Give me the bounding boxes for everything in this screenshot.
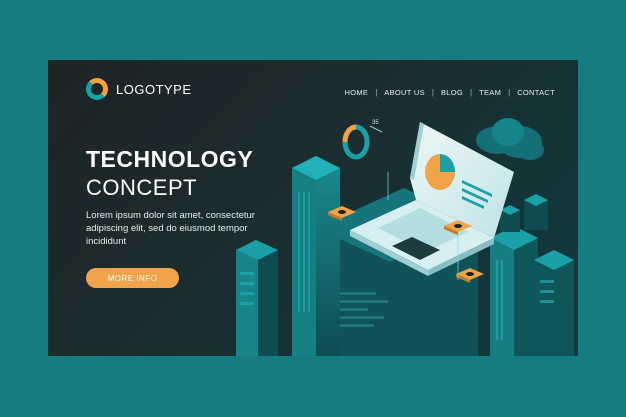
technology-illustration: 35	[236, 118, 574, 356]
pie-chart-icon	[425, 154, 455, 190]
left-small-tower	[236, 240, 278, 356]
gauge-icon	[342, 124, 383, 160]
right-towers	[490, 194, 574, 356]
gauge-label: 35	[372, 120, 379, 126]
tall-tower	[292, 156, 340, 356]
cloud-icon	[476, 118, 544, 160]
landing-card: LOGOTYPE HOME | ABOUT US | BLOG | TEAM |…	[48, 60, 578, 356]
